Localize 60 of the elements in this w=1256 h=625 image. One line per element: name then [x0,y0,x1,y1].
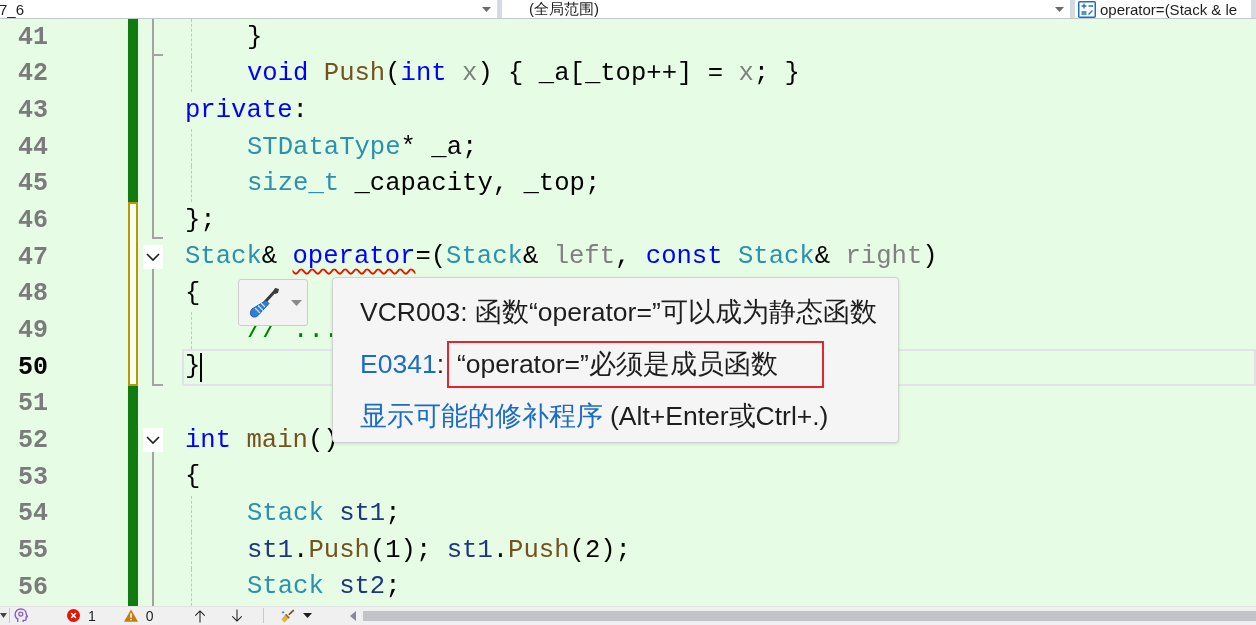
code-line: STDataType* _a; [247,134,478,161]
project-dropdown[interactable]: 7_6 [0,0,497,18]
line-number: 46 [18,208,48,234]
code-line: { [185,281,201,307]
line-number: 44 [18,134,48,160]
caret-icon[interactable] [0,613,7,619]
code-line: st1.Push(1); st1.Push(2); [247,537,631,564]
chevron-down-icon[interactable] [143,428,163,453]
error-icon [67,609,80,623]
warning-icon [123,609,138,623]
screwdriver-icon [249,286,281,319]
show-fixes-link[interactable]: 显示可能的修补程序 [360,398,603,434]
caret-icon [291,299,302,306]
errors-button[interactable]: 1 [65,607,98,625]
caret-icon [302,613,312,619]
line-number: 56 [18,574,48,600]
code-line: Stack st2; [247,574,401,600]
line-number: 53 [18,464,48,490]
code-line: void Push(int x) { _a[_top++] = x; } [247,61,800,87]
code-line: size_t _capacity, _top; [247,171,601,197]
line-number: 42 [18,61,48,87]
line-number: 49 [18,318,48,344]
line-number: 48 [18,281,48,307]
cleanup-button[interactable] [278,607,314,625]
line-number: 50 [18,354,48,380]
line-number: 41 [18,24,48,50]
error-code-link[interactable]: E0341 [360,348,437,380]
brush-icon [280,608,295,623]
arrow-up-icon [193,608,206,623]
caret-icon [482,6,491,12]
shortcut-hint: (Alt+Enter或Ctrl+.) [610,400,829,433]
scrollbar-thumb[interactable] [362,610,1256,621]
arrow-down-icon [230,608,243,623]
code-line: Stack st1; [247,501,401,527]
head-icon[interactable] [14,608,28,624]
quick-actions-button[interactable] [238,279,308,326]
code-line: private: [185,97,308,124]
line-number: 47 [18,244,48,270]
chevron-down-icon[interactable] [143,244,163,269]
diagnostic-message: “operator=”必须是成员函数 [447,340,824,388]
scroll-left-icon[interactable] [349,610,356,621]
member-dropdown[interactable]: operator=(Stack & le [1075,0,1251,18]
diagnostic-message: VCR003: 函数“operator=”可以成为静态函数 [360,296,877,329]
calculator-icon [1078,0,1096,18]
line-number: 54 [18,501,48,527]
line-number: 55 [18,538,48,563]
line-number: 51 [18,391,48,417]
text-cursor [200,352,203,382]
warnings-button[interactable]: 0 [121,607,156,625]
line-number: 43 [18,98,48,124]
code-line: } [185,354,201,381]
line-number: 52 [18,428,48,454]
scope-dropdown[interactable]: (全局范围) [502,0,1070,18]
caret-icon [1055,6,1064,12]
code-line: } [247,24,263,51]
code-line: { [185,464,201,490]
code-line: Stack& operator=(Stack& left, const Stack& right) [185,244,938,271]
line-number: 45 [18,171,48,197]
colon-separator: : [436,348,444,380]
code-line: }; [185,207,216,234]
